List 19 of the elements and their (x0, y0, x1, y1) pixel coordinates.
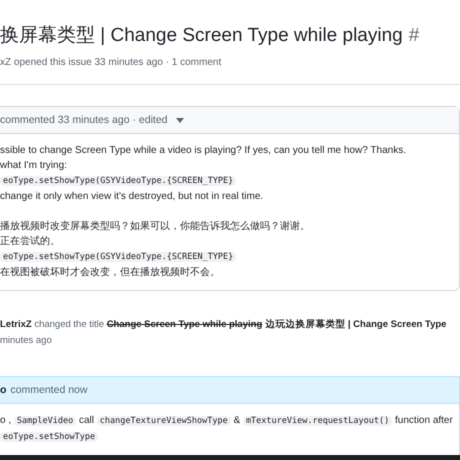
issue-number: # (408, 24, 420, 48)
comment-text: o , SampleVideo call changeTextureViewShowType & mTextureView.requestLayout() function after (0, 414, 453, 428)
comment-text: what I'm trying: (0, 159, 67, 173)
comment-author[interactable]: o (0, 384, 6, 396)
comment-meta: commented now (10, 384, 88, 396)
code-line: eoType.setShowType(GSYVideoType.{SCREEN_TYPE} (0, 249, 236, 265)
issue-title: 换屏幕类型 | Change Screen Type while playing (0, 24, 403, 48)
title-change-event: LetrixZ changed the title Change Screen Type while playing 边玩边换屏幕类型 | Change Screen Type (0, 318, 448, 332)
comment-text: change it only when view it's destroyed, but not in real time. (0, 190, 264, 204)
comment-text: 播放视频时改变屏幕类型吗？如果可以，你能告诉我怎么做吗？谢谢。 (0, 220, 310, 234)
comment-text: 正在尝试的。 (0, 234, 60, 249)
issue-meta: xZ opened this issue 33 minutes ago · 1 comment (0, 57, 222, 68)
caret-icon[interactable] (176, 118, 184, 122)
event-time: minutes ago (0, 334, 53, 348)
code-line: eoType.setShowType (0, 429, 98, 445)
comment-text: ssible to change Screen Type while a video is playing? If yes, can you tell me how? Thanks. (0, 144, 406, 158)
comment-text: 在视图被破坏时才会改变，但在播放视频时不会。 (0, 266, 220, 280)
code-line: eoType.setShowType(GSYVideoType.{SCREEN_TYPE} (0, 173, 236, 189)
comment-meta: commented 33 minutes ago · edited (0, 114, 168, 126)
